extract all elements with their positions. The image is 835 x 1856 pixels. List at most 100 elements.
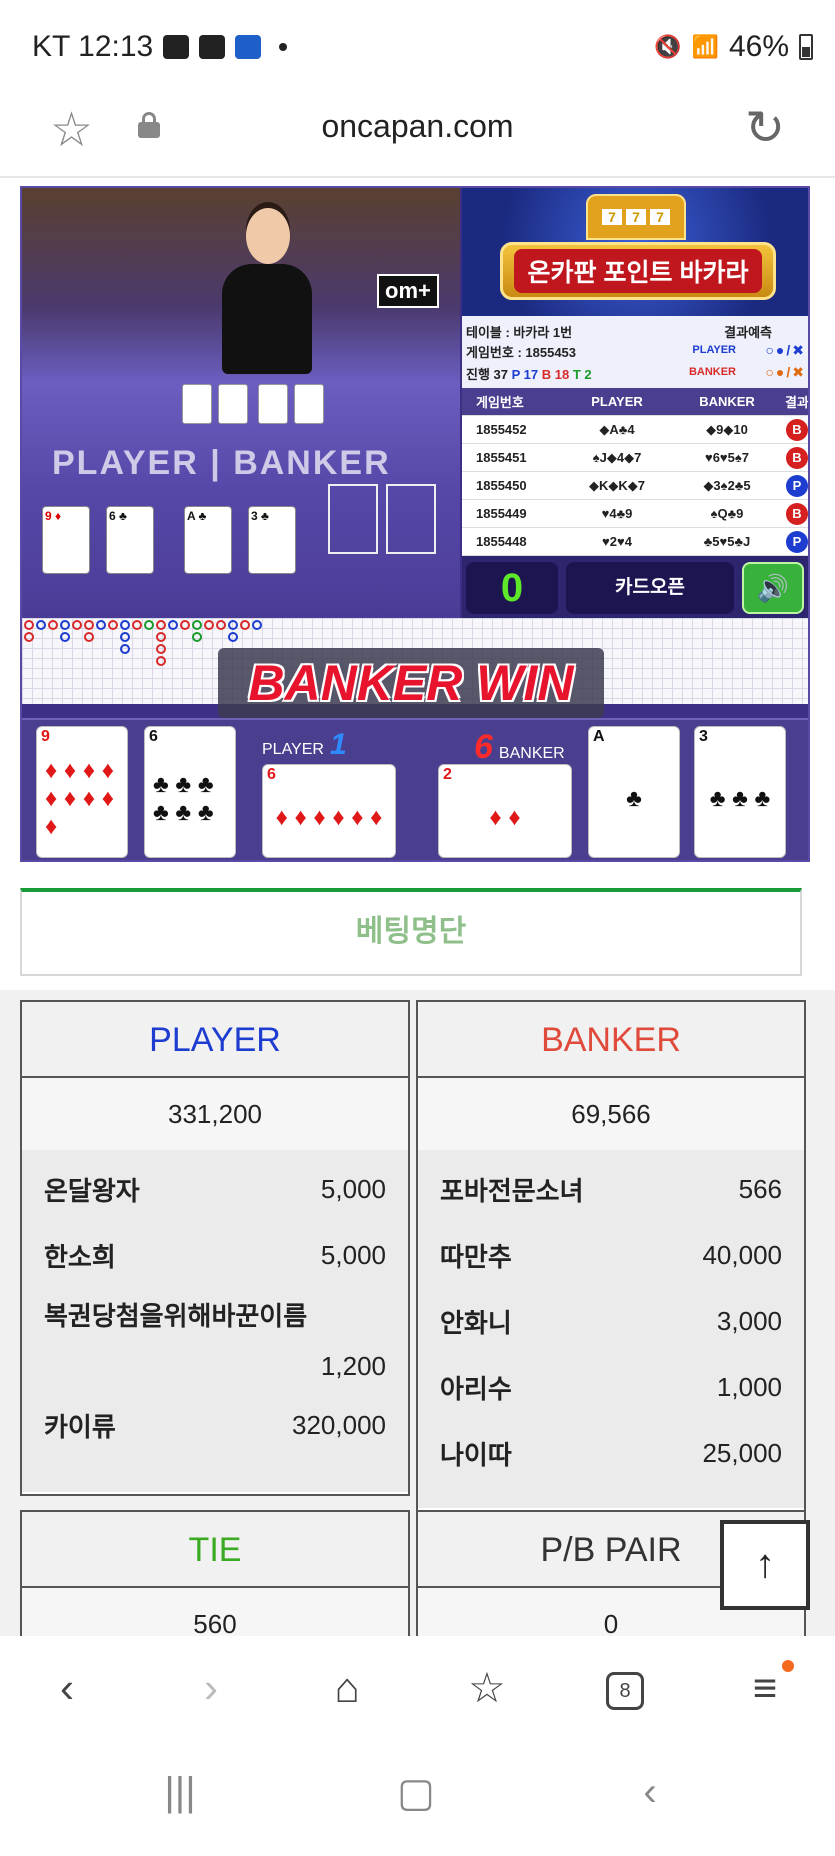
table-card: 6 ♣ bbox=[106, 506, 154, 574]
banker-bet-title: BANKER bbox=[418, 1002, 804, 1078]
tabs-button[interactable]: 8 bbox=[590, 1656, 660, 1720]
bet-amount: 1,000 bbox=[716, 1371, 782, 1402]
recent-apps-icon[interactable]: ||| bbox=[140, 1770, 220, 1815]
history-banker-cards: ♠Q♣9 bbox=[710, 506, 744, 521]
history-number: 1855452 bbox=[476, 422, 527, 437]
bet-list-section: PLAYER 331,200 온달왕자 5,000 한소희 5,000 복권당첨… bbox=[0, 990, 835, 1660]
slot-machine-icon: 777 bbox=[586, 194, 686, 240]
status-bar: KT 12:13 🔇 📶 46% bbox=[0, 0, 835, 92]
bet-amount: 25,000 bbox=[702, 1437, 782, 1468]
player-card-2: 6 ♣ ♣ ♣ ♣ ♣ ♣ bbox=[144, 726, 236, 858]
banker-card-3: 2 ♦ ♦ bbox=[438, 764, 572, 858]
history-row: 1855449 ♥4♣9 ♠Q♣9 B bbox=[462, 500, 808, 528]
tabs-count: 8 bbox=[606, 1671, 644, 1710]
wifi-icon: 📶 bbox=[691, 34, 719, 59]
url-text[interactable]: oncapan.com bbox=[0, 108, 835, 145]
player-score: 1 bbox=[329, 728, 347, 761]
bet-row: 한소희 5,000 bbox=[44, 1222, 386, 1288]
bet-amount: 1,200 bbox=[320, 1350, 386, 1381]
status-right: 🔇 📶 46% bbox=[654, 30, 813, 64]
history-col-player: PLAYER bbox=[591, 394, 643, 409]
back-button[interactable]: ‹ bbox=[32, 1656, 102, 1720]
win-banner: BANKER WIN bbox=[218, 648, 604, 718]
forward-button[interactable]: › bbox=[176, 1656, 246, 1720]
baccarat-game: om+ PLAYER | BANKER 9 ♦ 6 ♣ A ♣ 3 ♣ 777 … bbox=[20, 186, 810, 862]
player-bet-box: PLAYER 331,200 온달왕자 5,000 한소희 5,000 복권당첨… bbox=[20, 1000, 410, 1496]
history-row: 1855448 ♥2♥4 ♣5♥5♣J P bbox=[462, 528, 808, 556]
bettor-name: 안화니 bbox=[440, 1307, 512, 1338]
home-button-icon[interactable]: ▢ bbox=[376, 1770, 456, 1816]
table-card: A ♣ bbox=[184, 506, 232, 574]
history-result: P bbox=[786, 530, 808, 553]
banker-score: 6 bbox=[474, 728, 493, 766]
history-row: 1855450 ◆K◆K◆7 ◆3♠2♣5 P bbox=[462, 472, 808, 500]
game-info: 테이블 : 바카라 1번 게임번호 : 1855453 진행 37 P 17 B… bbox=[462, 316, 808, 388]
card-slot bbox=[386, 484, 436, 554]
banker-bet-box: BANKER 69,566 포바전문소녀 566 따만추 40,000 안화니 … bbox=[416, 1000, 806, 1512]
history-player-cards: ♥2♥4 bbox=[602, 534, 632, 549]
prediction-player-label: PLAYER bbox=[692, 344, 736, 356]
system-back-icon[interactable]: ‹ bbox=[610, 1770, 690, 1815]
card-open-button[interactable]: 카드오픈 bbox=[566, 562, 734, 614]
tie-bet-title: TIE bbox=[22, 1512, 408, 1588]
battery-icon bbox=[799, 34, 813, 60]
table-card bbox=[258, 384, 288, 424]
bet-row-amount: 1,200 bbox=[44, 1340, 386, 1392]
history-header: 게임번호 PLAYER BANKER 결과 bbox=[462, 388, 808, 416]
game-number: 게임번호 : 1855453 bbox=[466, 345, 577, 360]
bet-row: 따만추 40,000 bbox=[440, 1222, 782, 1288]
reload-icon[interactable]: ↻ bbox=[745, 100, 785, 156]
gallery-icon bbox=[163, 35, 190, 59]
history-banker-cards: ◆3♠2♣5 bbox=[703, 477, 751, 493]
app-notification-icon bbox=[199, 35, 226, 59]
player-bet-title: PLAYER bbox=[22, 1002, 408, 1078]
history-number: 1855451 bbox=[476, 450, 527, 465]
bookmarks-icon[interactable]: ☆ bbox=[452, 1656, 522, 1720]
bet-row: 온달왕자 5,000 bbox=[44, 1156, 386, 1222]
game-banner: 777 온카판 포인트 바카라 bbox=[462, 188, 808, 316]
url-bar: ☆ oncapan.com ↻ bbox=[0, 92, 835, 178]
bettor-name: 포바전문소녀 bbox=[440, 1175, 584, 1206]
tie-count: T 2 bbox=[572, 367, 592, 382]
more-notifications-icon bbox=[279, 43, 288, 51]
home-icon[interactable]: ⌂ bbox=[312, 1656, 382, 1720]
prediction-label: 결과예측 bbox=[724, 325, 772, 340]
table-card: 9 ♦ bbox=[42, 506, 90, 574]
result-cards: 9 ♦ ♦ ♦ ♦ ♦ ♦ ♦ ♦ ♦ 6 ♣ ♣ ♣ ♣ ♣ ♣ PLAYER… bbox=[22, 718, 808, 860]
card-slot bbox=[328, 484, 378, 554]
arrow-up-icon: ↑ bbox=[755, 1542, 775, 1586]
banker-card-2: 3 ♣ ♣ ♣ bbox=[694, 726, 786, 858]
table-name: 테이블 : 바카라 1번 bbox=[466, 325, 573, 340]
bet-row: 복권당첨을위해바꾼이름 bbox=[44, 1288, 386, 1340]
progress-count: 진행 37 bbox=[466, 367, 508, 382]
history-banker-cards: ◆9◆10 bbox=[706, 421, 748, 437]
status-time: KT 12:13 bbox=[32, 30, 154, 63]
menu-icon[interactable]: ≡ bbox=[730, 1656, 800, 1720]
bettor-name: 나이따 bbox=[440, 1439, 512, 1470]
history-banker-cards: ♣5♥5♣J bbox=[703, 534, 751, 549]
bet-amount: 5,000 bbox=[320, 1239, 386, 1270]
bettor-name: 아리수 bbox=[440, 1373, 512, 1404]
bet-row: 포바전문소녀 566 bbox=[440, 1156, 782, 1222]
samsung-securities-icon bbox=[235, 35, 262, 59]
system-nav-bar: ||| ▢ ‹ bbox=[0, 1740, 835, 1856]
table-card bbox=[218, 384, 248, 424]
game-panel: 777 온카판 포인트 바카라 테이블 : 바카라 1번 게임번호 : 1855… bbox=[462, 188, 808, 618]
history-result: B bbox=[786, 418, 808, 441]
banker-count: B 18 bbox=[541, 367, 570, 382]
player-bet-rows: 온달왕자 5,000 한소희 5,000 복권당첨을위해바꾼이름 1,200 카… bbox=[22, 1150, 408, 1492]
scroll-to-top-button[interactable]: ↑ bbox=[720, 1520, 810, 1610]
player-bet-total: 331,200 bbox=[22, 1078, 408, 1150]
sound-toggle-icon[interactable]: 🔊 bbox=[742, 562, 804, 614]
history-number: 1855449 bbox=[476, 506, 527, 521]
banker-bet-total: 69,566 bbox=[418, 1078, 804, 1150]
bettor-name: 온달왕자 bbox=[44, 1175, 140, 1206]
banker-bet-rows: 포바전문소녀 566 따만추 40,000 안화니 3,000 아리수 1,00… bbox=[418, 1150, 804, 1508]
history-player-cards: ♠J◆4◆7 bbox=[592, 449, 642, 465]
history-number: 1855450 bbox=[476, 478, 527, 493]
dealer bbox=[222, 208, 312, 378]
battery-percent: 46% bbox=[728, 30, 789, 63]
history-banker-cards: ♥6♥5♠7 bbox=[704, 450, 750, 465]
browser-bottom-nav: ‹ › ⌂ ☆ 8 ≡ bbox=[0, 1636, 835, 1740]
countdown-display: 0 bbox=[466, 562, 558, 614]
